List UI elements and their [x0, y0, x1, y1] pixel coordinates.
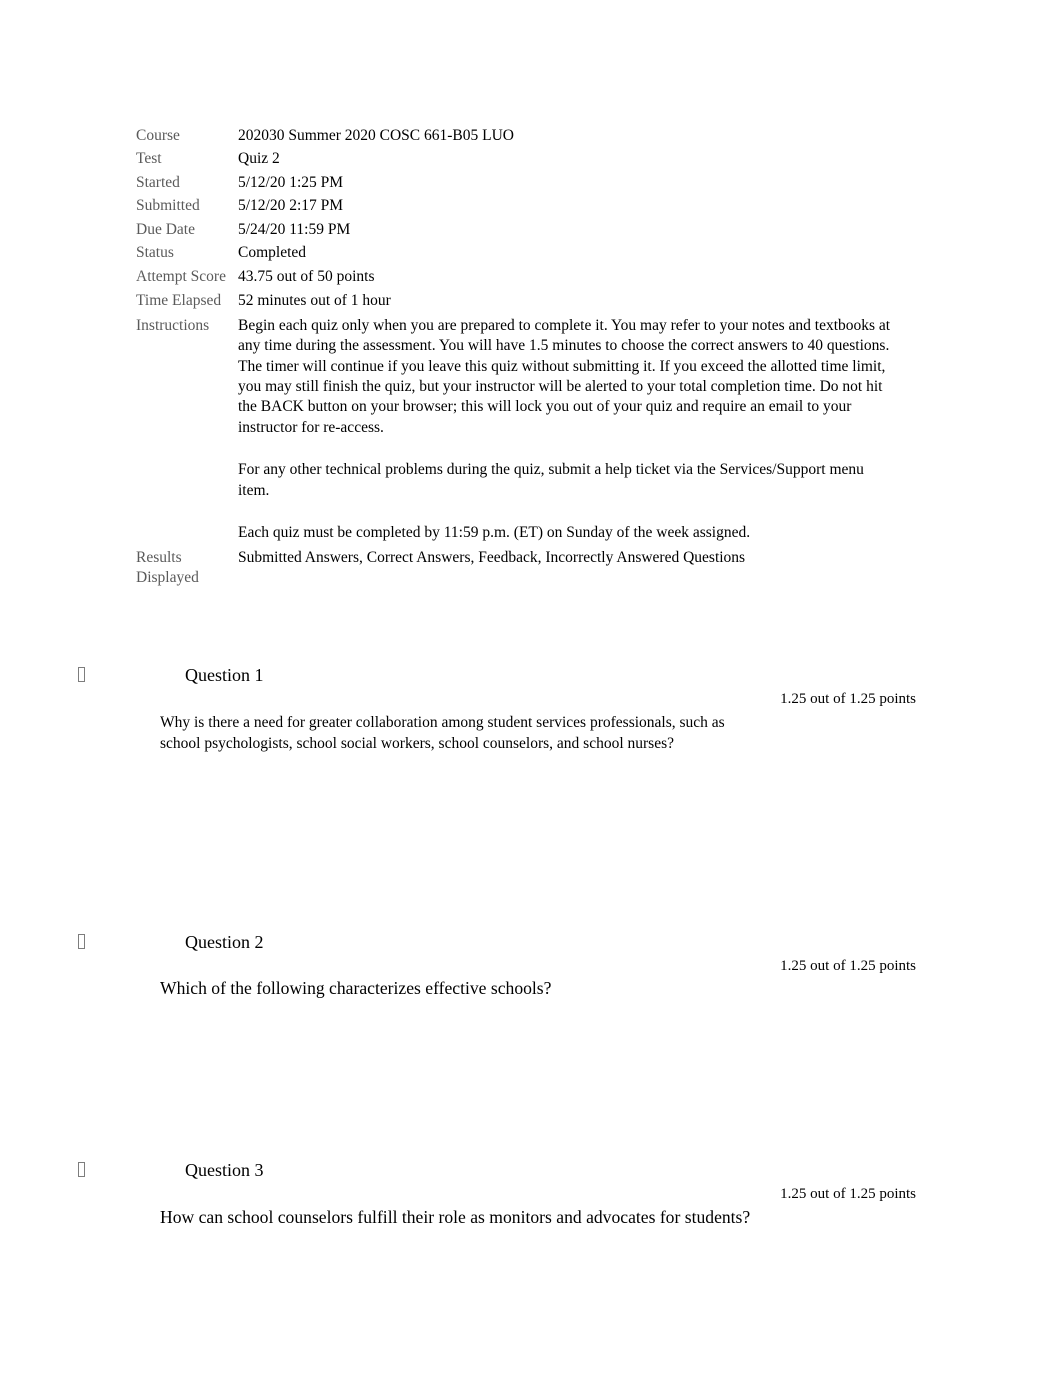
- attempt-summary-table: Course 202030 Summer 2020 COSC 661-B05 L…: [136, 126, 926, 593]
- summary-label-time-elapsed: Time Elapsed: [136, 292, 222, 310]
- question-points: 1.25 out of 1.25 points: [780, 958, 916, 974]
- summary-row-course: Course 202030 Summer 2020 COSC 661-B05 L…: [136, 126, 926, 149]
- question-title: Question 3: [185, 1160, 264, 1180]
- missing-glyph-box-icon: [78, 934, 85, 949]
- question-text: How can school counselors fulfill their …: [160, 1207, 751, 1227]
- summary-value-time-elapsed: 52 minutes out of 1 hour: [238, 292, 391, 310]
- summary-label-submitted: Submitted: [136, 197, 200, 215]
- summary-row-status: Status Completed: [136, 243, 926, 266]
- question-header: Question 2: [0, 931, 1062, 957]
- question-header: Question 1: [0, 664, 1062, 690]
- question-text: Why is there a need for greater collabor…: [160, 714, 725, 753]
- summary-label-started: Started: [136, 173, 180, 191]
- summary-row-test: Test Quiz 2: [136, 149, 926, 172]
- summary-value-results-displayed: Submitted Answers, Correct Answers, Feed…: [238, 548, 746, 566]
- summary-label-instructions: Instructions: [136, 316, 210, 334]
- summary-row-results-displayed: Results Displayed Submitted Answers, Cor…: [136, 548, 926, 593]
- missing-glyph-box-icon: [78, 667, 85, 682]
- summary-row-time-elapsed: Time Elapsed 52 minutes out of 1 hour: [136, 291, 926, 315]
- question-title: Question 2: [185, 932, 264, 952]
- summary-label-due-date: Due Date: [136, 220, 195, 238]
- summary-row-submitted: Submitted 5/12/20 2:17 PM: [136, 196, 926, 219]
- summary-label-test: Test: [136, 150, 162, 168]
- summary-value-attempt-score: 43.75 out of 50 points: [238, 267, 375, 285]
- summary-label-attempt-score: Attempt Score: [136, 267, 226, 285]
- summary-value-due-date: 5/24/20 11:59 PM: [238, 220, 351, 238]
- summary-label-course: Course: [136, 127, 180, 144]
- summary-value-test: Quiz 2: [238, 150, 280, 168]
- summary-row-started: Started 5/12/20 1:25 PM: [136, 173, 926, 196]
- question-block: Question 2 1.25 out of 1.25 points Which…: [0, 931, 1062, 998]
- summary-value-status: Completed: [238, 244, 307, 262]
- summary-value-course: 202030 Summer 2020 COSC 661-B05 LUO: [238, 127, 514, 144]
- question-block: Question 1 1.25 out of 1.25 points Why i…: [0, 664, 1062, 752]
- question-points: 1.25 out of 1.25 points: [780, 1186, 916, 1202]
- missing-glyph-box-icon: [78, 1162, 85, 1177]
- summary-label-results-displayed: Results Displayed: [136, 548, 199, 587]
- summary-row-due-date: Due Date 5/24/20 11:59 PM: [136, 220, 926, 243]
- summary-value-started: 5/12/20 1:25 PM: [238, 173, 344, 191]
- question-block: Question 3 1.25 out of 1.25 points How c…: [0, 1159, 1062, 1227]
- summary-row-instructions: Instructions Begin each quiz only when y…: [136, 316, 926, 548]
- summary-label-status: Status: [136, 244, 174, 262]
- quiz-review-page: Course 202030 Summer 2020 COSC 661-B05 L…: [0, 0, 1062, 1377]
- instructions-paragraph-1: Begin each quiz only when you are prepar…: [238, 316, 891, 436]
- question-title: Question 1: [185, 665, 264, 685]
- question-text: Which of the following characterizes eff…: [160, 978, 552, 998]
- summary-value-submitted: 5/12/20 2:17 PM: [238, 197, 344, 215]
- summary-value-instructions: Begin each quiz only when you are prepar…: [238, 316, 926, 548]
- instructions-paragraph-2: For any other technical problems during …: [238, 461, 864, 499]
- question-points: 1.25 out of 1.25 points: [780, 691, 916, 707]
- summary-row-attempt-score: Attempt Score 43.75 out of 50 points: [136, 267, 926, 291]
- instructions-paragraph-3: Each quiz must be completed by 11:59 p.m…: [238, 524, 751, 542]
- question-header: Question 3: [0, 1159, 1062, 1185]
